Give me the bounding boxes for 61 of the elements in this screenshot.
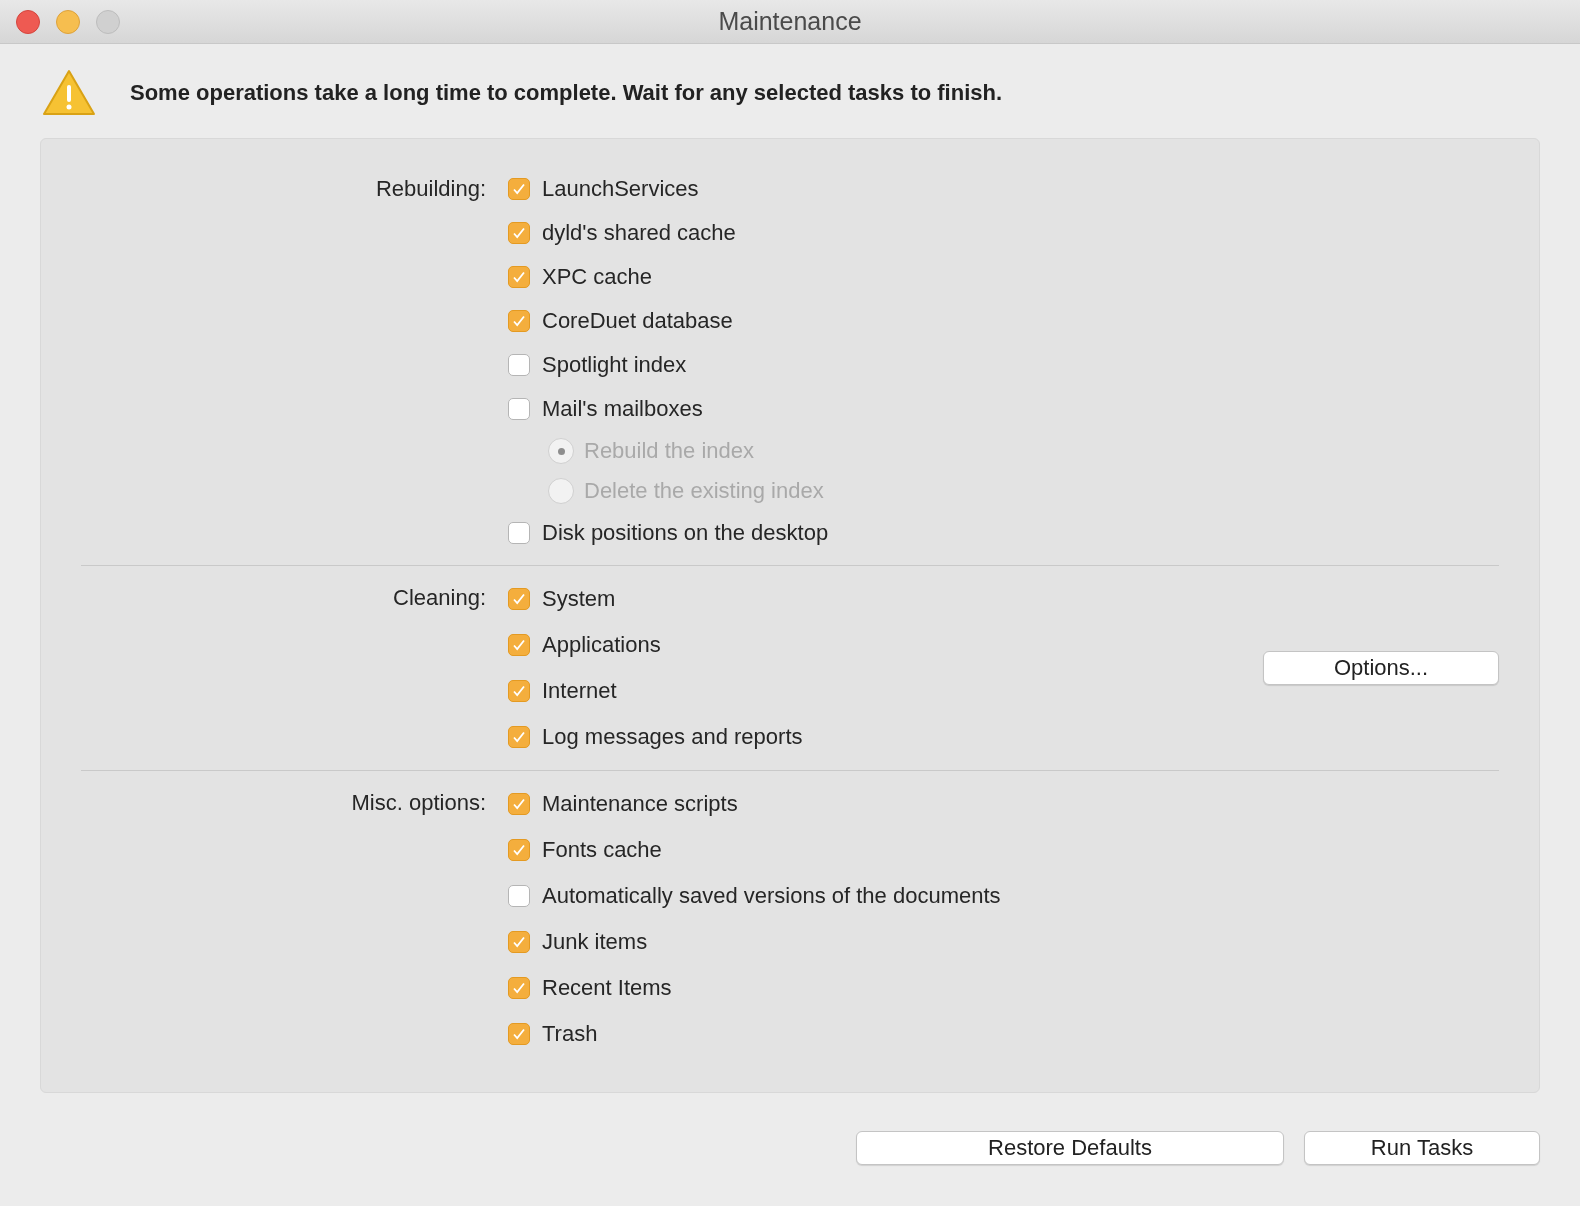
radio-label: Delete the existing index [584, 478, 824, 504]
check-icon [512, 684, 526, 698]
checkbox-label: Log messages and reports [542, 724, 803, 750]
warning-icon [42, 69, 96, 117]
checkbox-label: Recent Items [542, 975, 672, 1001]
check-icon [512, 981, 526, 995]
restore-defaults-button[interactable]: Restore Defaults [856, 1131, 1284, 1165]
check-icon [512, 638, 526, 652]
check-icon [512, 182, 526, 196]
check-icon [512, 797, 526, 811]
checkbox[interactable] [508, 310, 530, 332]
checkbox-label: System [542, 586, 616, 612]
section-label: Cleaning: [392, 584, 486, 612]
check-icon [512, 270, 526, 284]
check-icon [512, 314, 526, 328]
options-button[interactable]: Options... [1263, 651, 1499, 685]
zoom-button[interactable] [96, 9, 120, 34]
check-icon [512, 935, 526, 949]
checkbox[interactable] [508, 266, 530, 288]
checkbox-label: Applications [542, 632, 661, 658]
checkbox[interactable] [508, 977, 530, 999]
checkbox[interactable] [508, 885, 530, 907]
checkbox-label: Automatically saved versions of the documents [542, 883, 1001, 909]
check-icon [512, 226, 526, 240]
checkbox[interactable] [508, 793, 530, 815]
radio-label: Rebuild the index [584, 438, 754, 464]
checkbox[interactable] [508, 398, 530, 420]
run-tasks-button[interactable]: Run Tasks [1304, 1131, 1540, 1165]
checkbox[interactable] [508, 726, 530, 748]
checkbox[interactable] [508, 931, 530, 953]
checkbox-label: Mail's mailboxes [542, 396, 703, 422]
checkbox[interactable] [508, 839, 530, 861]
checkbox-label: Spotlight index [542, 352, 687, 378]
checkbox[interactable] [508, 522, 530, 544]
check-icon [512, 1027, 526, 1041]
checkbox-label: Junk items [542, 929, 648, 955]
checkbox[interactable] [508, 354, 530, 376]
checkbox-label: Internet [542, 678, 617, 704]
check-icon [512, 730, 526, 744]
checkbox-label: Trash [542, 1021, 598, 1047]
checkbox-label: Fonts cache [542, 837, 662, 863]
checkbox[interactable] [508, 634, 530, 656]
close-button[interactable] [16, 9, 40, 34]
section-label: Rebuilding: [374, 175, 486, 203]
checkbox[interactable] [508, 680, 530, 702]
checkbox[interactable] [508, 222, 530, 244]
checkbox-label: XPC cache [542, 264, 653, 290]
checkbox[interactable] [508, 178, 530, 200]
section-label: Misc. options: [350, 789, 486, 817]
checkbox-label: Disk positions on the desktop [542, 520, 829, 546]
checkbox-label: dyld's shared cache [542, 220, 736, 246]
checkbox[interactable] [508, 1023, 530, 1045]
check-icon [512, 843, 526, 857]
minimize-button[interactable] [56, 9, 80, 34]
checkbox[interactable] [508, 588, 530, 610]
checkbox-label: Maintenance scripts [542, 791, 738, 817]
check-icon [512, 592, 526, 606]
checkbox-label: LaunchServices [542, 176, 699, 202]
window-title: Maintenance [718, 7, 862, 36]
checkbox-label: CoreDuet database [542, 308, 733, 334]
warning-message: Some operations take a long time to complete. Wait for any selected tasks to finish. [130, 80, 1003, 106]
